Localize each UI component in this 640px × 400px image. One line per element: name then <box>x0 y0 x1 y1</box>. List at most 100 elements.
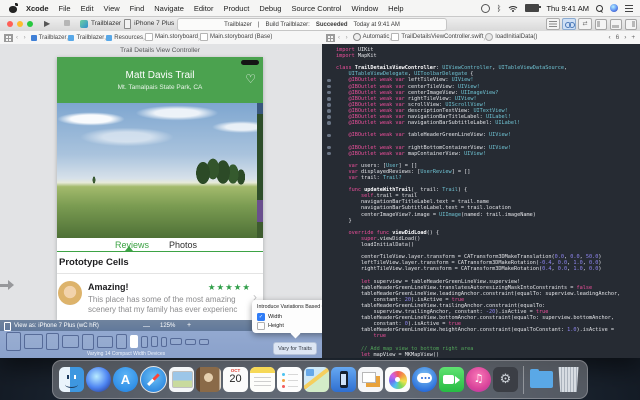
device-variant-3[interactable] <box>46 333 59 350</box>
width-option-row[interactable]: ✓ Width <box>257 313 282 321</box>
trail-photo[interactable] <box>57 103 263 238</box>
dock-icon-maps[interactable] <box>304 367 329 392</box>
assistant-editor-button[interactable] <box>562 18 576 30</box>
height-checkbox[interactable] <box>257 322 265 330</box>
dock-icon-siri[interactable] <box>86 367 111 392</box>
standard-editor-button[interactable] <box>546 18 560 30</box>
menu-editor[interactable]: Editor <box>194 4 214 13</box>
display-status-icon[interactable] <box>481 4 490 13</box>
menu-window[interactable]: Window <box>351 4 378 13</box>
history-back-forward[interactable]: ‹ › <box>338 35 350 41</box>
menu-edit[interactable]: Edit <box>81 4 94 13</box>
zoom-in-button[interactable]: + <box>187 322 191 329</box>
dock-icon-downloads[interactable] <box>529 367 554 392</box>
view-as-device-icon[interactable] <box>4 322 11 331</box>
menu-source-control[interactable]: Source Control <box>291 4 341 13</box>
dock-icon-app-store[interactable]: A <box>113 367 138 392</box>
zoom-out-button[interactable]: — <box>143 323 150 330</box>
ib-connection-icon[interactable] <box>327 152 331 156</box>
ib-connection-icon[interactable] <box>327 79 331 83</box>
device-variant-10[interactable] <box>151 336 158 347</box>
height-option-row[interactable]: Height <box>257 322 284 330</box>
toggle-inspectors-button[interactable] <box>625 19 637 30</box>
device-variant-8-selected[interactable] <box>130 335 138 348</box>
dock-icon-reminders[interactable] <box>277 367 302 392</box>
ib-connection-icon[interactable] <box>327 115 331 119</box>
dock-icon-system-preferences[interactable]: ⚙ <box>493 367 518 392</box>
tab-photos[interactable]: Photos <box>169 240 197 250</box>
menu-clock[interactable]: Thu 9:41 AM <box>546 4 589 13</box>
wifi-icon[interactable] <box>508 4 518 12</box>
device-variant-9[interactable] <box>141 336 148 348</box>
dock-icon-notes[interactable] <box>250 367 275 392</box>
notification-center-icon[interactable] <box>625 5 633 12</box>
next-counterpart-button[interactable]: › <box>624 34 626 41</box>
code-line[interactable]: let mapView = MKMapView() <box>336 352 640 358</box>
menu-navigate[interactable]: Navigate <box>154 4 184 13</box>
storyboard-canvas[interactable]: Trail Details View Controller Matt Davis… <box>0 44 322 358</box>
dock-icon-itunes[interactable]: ♫ <box>466 367 491 392</box>
menu-help[interactable]: Help <box>388 4 403 13</box>
crumb-folder[interactable]: Resources <box>106 35 143 41</box>
ib-connection-icon[interactable] <box>327 146 331 150</box>
device-variant-12[interactable] <box>170 338 182 345</box>
add-assistant-button[interactable]: + <box>631 34 635 41</box>
ib-connection-icon[interactable] <box>327 134 331 138</box>
run-button[interactable]: ▶ <box>44 19 50 28</box>
reviewer-avatar[interactable] <box>58 281 82 305</box>
device-variant-5[interactable] <box>82 334 94 350</box>
dock-icon-simulator[interactable] <box>331 367 356 392</box>
related-items-icon[interactable] <box>4 34 13 42</box>
crumb-automatic[interactable]: Automatic <box>353 33 390 41</box>
stop-button[interactable] <box>64 20 70 26</box>
menu-view[interactable]: View <box>104 4 120 13</box>
toggle-debug-area-button[interactable] <box>610 19 622 30</box>
dock-icon-photos[interactable] <box>385 367 410 392</box>
device-variant-1[interactable] <box>6 332 21 351</box>
dock-icon-safari[interactable] <box>140 366 167 393</box>
ib-connection-icon[interactable] <box>327 91 331 95</box>
ib-connection-icon[interactable] <box>327 103 331 107</box>
dock-icon-contacts[interactable] <box>196 367 221 392</box>
trail-details-view-controller[interactable]: Matt Davis Trail Mt. Tamalpais State Par… <box>57 57 263 321</box>
dock-icon-trash[interactable] <box>556 367 581 392</box>
dock-icon-finder[interactable] <box>59 367 84 392</box>
menu-xcode[interactable]: Xcode <box>26 4 49 13</box>
spotlight-icon[interactable] <box>596 5 603 12</box>
ib-connection-icon[interactable] <box>327 85 331 89</box>
apple-menu-icon[interactable] <box>9 4 17 13</box>
dock-icon-pages[interactable] <box>358 367 383 392</box>
crumb-swift-file[interactable]: TrailDetailsViewController.swift <box>391 33 483 41</box>
siri-icon[interactable] <box>610 4 618 12</box>
width-checkbox[interactable]: ✓ <box>257 313 265 321</box>
related-items-icon[interactable] <box>326 34 335 42</box>
trail-name-label[interactable]: Matt Davis Trail <box>57 70 263 81</box>
view-controller-title[interactable]: Trail Details View Controller <box>57 47 263 54</box>
ib-connection-icon[interactable] <box>327 121 331 125</box>
device-variant-7[interactable] <box>116 334 127 349</box>
review-title[interactable]: Amazing! <box>88 282 129 292</box>
version-editor-button[interactable]: ⇄ <box>578 18 592 30</box>
device-variant-6[interactable] <box>97 336 113 348</box>
crumb-project[interactable]: Trailblazer <box>31 35 67 41</box>
dock-icon-preview[interactable] <box>169 367 194 392</box>
ib-connection-icon[interactable] <box>327 97 331 101</box>
right-tile-view[interactable] <box>257 103 263 238</box>
device-variant-2[interactable] <box>24 334 43 349</box>
dock-icon-calendar[interactable]: OCT20 <box>223 367 248 392</box>
device-variant-4[interactable] <box>62 335 79 348</box>
zoom-window-button[interactable] <box>27 21 33 27</box>
view-as-label[interactable]: View as: iPhone 7 Plus (wC hR) <box>14 323 99 329</box>
device-variant-11[interactable] <box>161 337 167 347</box>
crumb-storyboard[interactable]: Main.storyboard (Base) <box>200 33 272 41</box>
crumb-storyboard[interactable]: Main.storyboard <box>145 33 198 41</box>
menu-debug[interactable]: Debug <box>259 4 281 13</box>
trail-location-label[interactable]: Mt. Tamalpais State Park, CA <box>57 84 263 91</box>
ib-connection-icon[interactable] <box>327 109 331 113</box>
crumb-function[interactable]: loadInitialData() <box>485 33 537 41</box>
vary-for-traits-button[interactable]: Vary for Traits <box>273 342 317 355</box>
battery-icon[interactable] <box>525 4 539 12</box>
device-variant-13[interactable] <box>185 339 196 345</box>
history-back-forward[interactable]: ‹ › <box>16 35 28 41</box>
device-variant-14[interactable] <box>199 339 209 345</box>
